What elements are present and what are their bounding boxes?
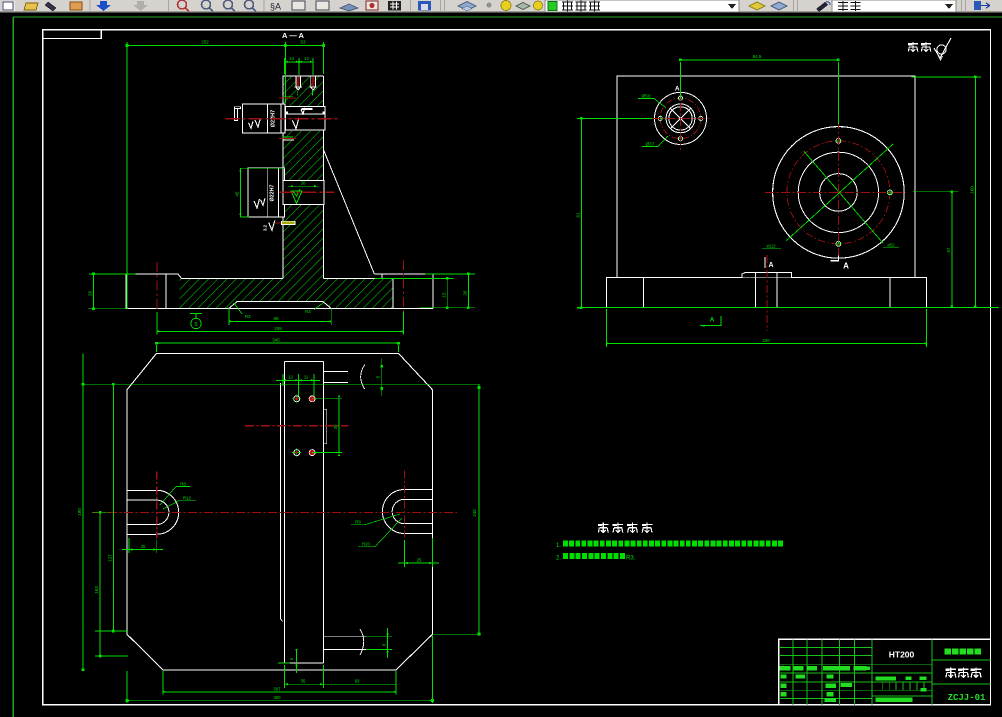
svg-text:A: A bbox=[843, 262, 849, 271]
svg-text:A: A bbox=[768, 262, 773, 269]
svg-text:11: 11 bbox=[304, 375, 309, 380]
svg-text:245: 245 bbox=[472, 509, 477, 517]
svg-text:25: 25 bbox=[141, 544, 146, 549]
svg-text:R8: R8 bbox=[355, 520, 361, 525]
svg-text:35: 35 bbox=[301, 679, 306, 684]
svg-text:A: A bbox=[710, 318, 715, 324]
svg-text:ZCJJ-01: ZCJJ-01 bbox=[948, 693, 986, 703]
svg-text:208: 208 bbox=[274, 326, 282, 331]
svg-text:R3: R3 bbox=[305, 309, 311, 314]
svg-text:R3.: R3. bbox=[626, 556, 636, 562]
svg-text:2.: 2. bbox=[556, 556, 561, 562]
svg-text:25: 25 bbox=[417, 557, 422, 562]
svg-text:345: 345 bbox=[272, 338, 280, 343]
svg-text:R3: R3 bbox=[245, 314, 251, 319]
svg-text:26: 26 bbox=[88, 291, 93, 297]
svg-text:307: 307 bbox=[273, 686, 281, 691]
svg-text:127: 127 bbox=[107, 554, 112, 562]
svg-text:12: 12 bbox=[288, 375, 293, 380]
svg-text:R8: R8 bbox=[180, 482, 186, 487]
svg-text:3.2: 3.2 bbox=[263, 224, 268, 231]
svg-text:§A: §A bbox=[270, 2, 281, 12]
svg-text:1.: 1. bbox=[556, 543, 561, 549]
svg-text:14: 14 bbox=[289, 56, 294, 61]
svg-text:86: 86 bbox=[273, 316, 279, 321]
svg-text:12: 12 bbox=[304, 56, 309, 61]
svg-text:26: 26 bbox=[463, 290, 468, 296]
svg-text:Ø22H7: Ø22H7 bbox=[270, 184, 276, 201]
svg-text:252: 252 bbox=[201, 40, 209, 45]
svg-text:180: 180 bbox=[77, 508, 82, 516]
svg-text:A: A bbox=[675, 86, 680, 93]
svg-text:35: 35 bbox=[333, 424, 338, 429]
svg-text:163: 163 bbox=[94, 586, 99, 594]
svg-text:350: 350 bbox=[273, 695, 281, 700]
svg-text:ø112: ø112 bbox=[766, 244, 776, 249]
svg-text:R20: R20 bbox=[362, 542, 370, 547]
svg-text:R12: R12 bbox=[183, 496, 191, 501]
svg-text:5: 5 bbox=[194, 322, 197, 328]
svg-text:160: 160 bbox=[969, 186, 974, 194]
svg-text:53: 53 bbox=[300, 40, 306, 45]
svg-text:30: 30 bbox=[301, 181, 306, 186]
svg-text:93: 93 bbox=[355, 679, 360, 684]
svg-text:A — A: A — A bbox=[282, 31, 305, 40]
svg-text:45: 45 bbox=[235, 191, 240, 197]
svg-text:84.5: 84.5 bbox=[753, 54, 762, 59]
svg-text:61: 61 bbox=[576, 212, 581, 218]
svg-text:HT200: HT200 bbox=[889, 650, 915, 660]
svg-text:57: 57 bbox=[946, 247, 951, 253]
svg-text:ø52: ø52 bbox=[887, 243, 895, 248]
svg-text:15: 15 bbox=[442, 292, 447, 298]
svg-text:320: 320 bbox=[762, 338, 770, 343]
